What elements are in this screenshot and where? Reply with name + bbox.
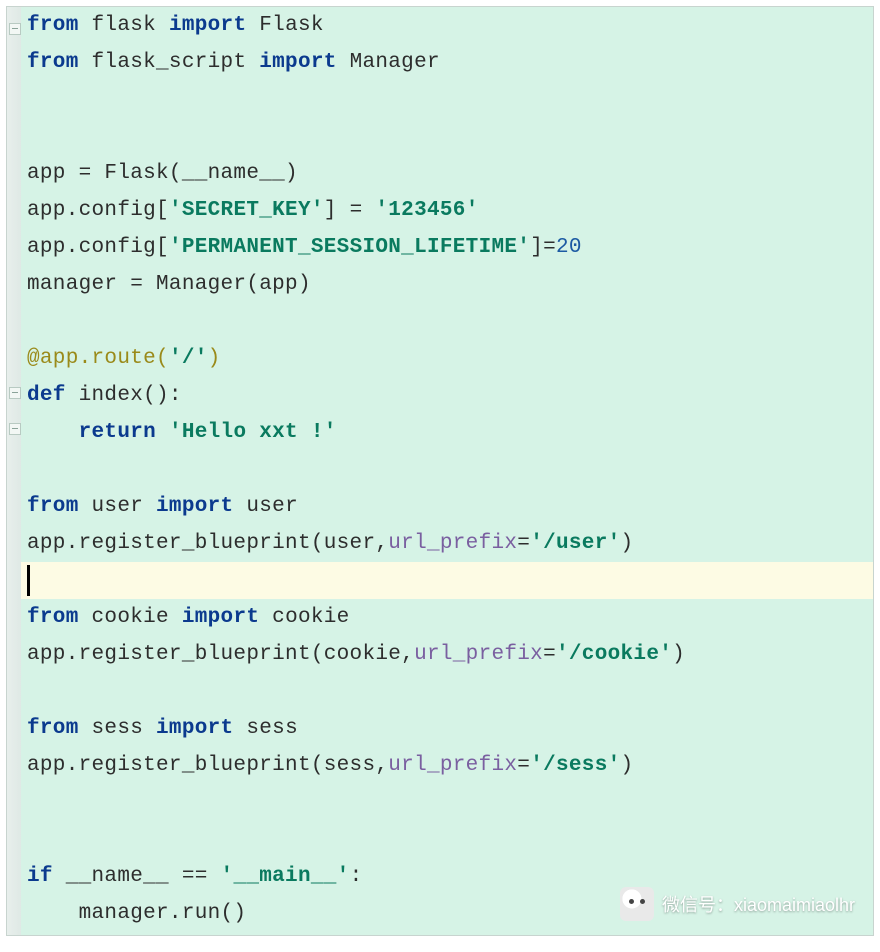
code-line: from user import user	[21, 488, 873, 525]
code-line: app.register_blueprint(cookie,url_prefix…	[21, 636, 873, 673]
code-line: from sess import sess	[21, 710, 873, 747]
code-line: from flask_script import Manager	[21, 44, 873, 81]
code-line: manager = Manager(app)	[21, 266, 873, 303]
code-line: from flask import Flask	[21, 7, 873, 44]
code-line: app.config['SECRET_KEY'] = '123456'	[21, 192, 873, 229]
fold-marker-icon[interactable]	[9, 423, 21, 435]
code-line: def index():	[21, 377, 873, 414]
code-line	[21, 303, 873, 340]
wechat-icon	[620, 887, 654, 921]
code-line: @app.route('/')	[21, 340, 873, 377]
code-line	[21, 118, 873, 155]
fold-marker-icon[interactable]	[9, 387, 21, 399]
code-line	[21, 673, 873, 710]
text-cursor	[27, 565, 30, 596]
code-line	[21, 451, 873, 488]
code-line	[21, 81, 873, 118]
editor-frame: from flask import Flask from flask_scrip…	[6, 6, 874, 936]
code-line: from cookie import cookie	[21, 599, 873, 636]
code-line: app = Flask(__name__)	[21, 155, 873, 192]
code-line: return 'Hello xxt !'	[21, 414, 873, 451]
watermark: 微信号：xiaomaimiaolhr	[620, 887, 855, 921]
code-line: app.register_blueprint(sess,url_prefix='…	[21, 747, 873, 784]
gutter	[7, 7, 22, 935]
code-line	[21, 784, 873, 821]
watermark-text: 微信号：xiaomaimiaolhr	[662, 891, 855, 917]
code-line: app.config['PERMANENT_SESSION_LIFETIME']…	[21, 229, 873, 266]
fold-marker-icon[interactable]	[9, 23, 21, 35]
code-line: app.register_blueprint(user,url_prefix='…	[21, 525, 873, 562]
code-area[interactable]: from flask import Flask from flask_scrip…	[21, 7, 873, 935]
code-line	[21, 821, 873, 858]
code-line-current	[21, 562, 873, 599]
